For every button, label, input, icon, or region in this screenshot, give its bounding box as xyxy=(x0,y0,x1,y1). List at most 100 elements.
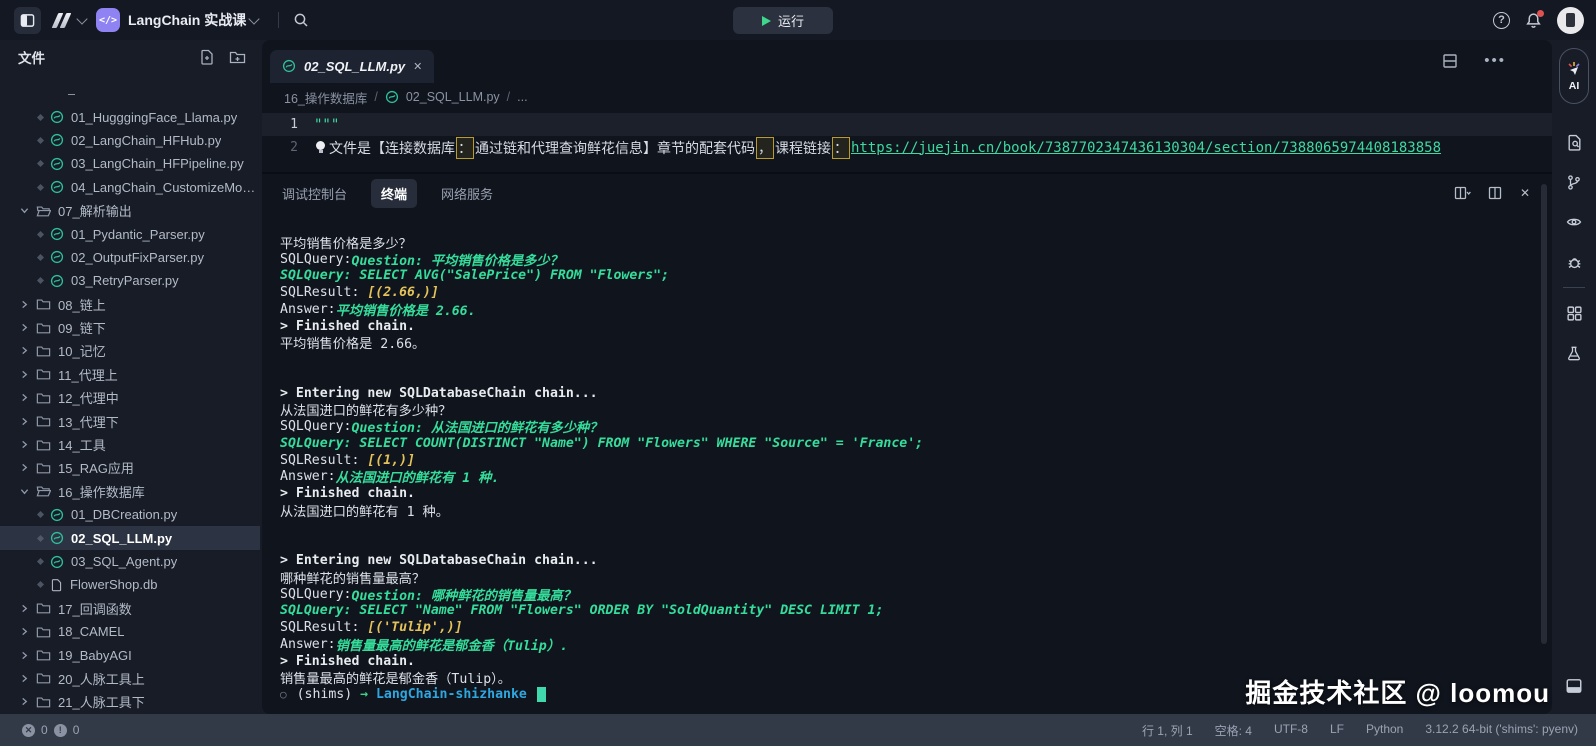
modified-bullet xyxy=(37,511,44,518)
tree-item[interactable]: 16_操作数据库 xyxy=(0,480,260,503)
tree-item[interactable]: 02_SQL_LLM.py xyxy=(0,526,260,549)
code-line[interactable]: 2文件是【连接数据库：通过链和代理查询鲜花信息】章节的配套代码，课程链接：htt… xyxy=(262,136,1552,159)
panel-tab[interactable]: 终端 xyxy=(371,179,417,208)
statusbar-item[interactable]: 行 1, 列 1 xyxy=(1142,722,1193,739)
tree-item[interactable]: 17_回调函数 xyxy=(0,597,260,620)
terminal-line: SQLQuery:Question: 平均销售价格是多少？ xyxy=(280,251,1552,268)
flask-icon[interactable] xyxy=(1552,333,1596,373)
terminal-text: 平均销售价格是 2.66。 xyxy=(280,333,425,352)
tree-item[interactable]: 10_记忆 xyxy=(0,339,260,362)
tree-item[interactable]: 13_代理下 xyxy=(0,409,260,432)
eye-icon[interactable] xyxy=(1552,202,1596,242)
lightbulb-icon[interactable] xyxy=(314,141,327,154)
logo-chevron-down-icon[interactable] xyxy=(76,13,87,24)
terminal-text: SQLQuery: xyxy=(280,587,351,602)
tree-item[interactable]: 01_HugggingFace_Llama.py xyxy=(0,105,260,128)
terminal-line: SQLResult: [(1,)] xyxy=(280,452,1552,469)
line-number: 2 xyxy=(262,140,314,155)
tree-item[interactable]: 02_OutputFixParser.py xyxy=(0,246,260,269)
file-search-icon[interactable] xyxy=(1552,122,1596,162)
terminal-line: 平均销售价格是多少？ xyxy=(280,234,1552,251)
statusbar-item[interactable]: LF xyxy=(1330,722,1344,739)
tree-item[interactable]: 15_RAG应用 xyxy=(0,456,260,479)
breadcrumb[interactable]: 16_操作数据库 / 02_SQL_LLM.py / ... xyxy=(262,84,1552,110)
tree-item[interactable]: FlowerShop.db xyxy=(0,573,260,596)
terminal-text: Question: 平均销售价格是多少？ xyxy=(351,250,562,269)
project-chevron-down-icon[interactable] xyxy=(249,13,260,24)
tree-item[interactable]: 18_CAMEL xyxy=(0,620,260,643)
modified-bullet xyxy=(37,137,44,144)
problems-summary[interactable]: ✕ 0 ! 0 xyxy=(22,723,79,737)
maximize-panel-icon[interactable] xyxy=(1488,185,1503,201)
tree-item[interactable]: 07_解析输出 xyxy=(0,199,260,222)
git-branch-icon[interactable] xyxy=(1552,162,1596,202)
more-actions-icon[interactable]: ••• xyxy=(1484,52,1506,69)
tree-item[interactable]: 08_链上 xyxy=(0,293,260,316)
notifications-button[interactable] xyxy=(1525,12,1542,29)
extensions-grid-icon[interactable] xyxy=(1552,293,1596,333)
tree-item[interactable]: 19_BabyAGI xyxy=(0,643,260,666)
breadcrumb-file[interactable]: 02_SQL_LLM.py xyxy=(406,90,500,104)
modified-bullet xyxy=(37,254,44,261)
code-link[interactable]: https://juejin.cn/book/73877023474361303… xyxy=(851,140,1441,156)
tree-item[interactable]: 03_SQL_Agent.py xyxy=(0,550,260,573)
avatar[interactable] xyxy=(1557,7,1584,34)
terminal-text: 从法国进口的鲜花有 1 种。 xyxy=(280,501,449,520)
tree-item[interactable]: 12_代理中 xyxy=(0,386,260,409)
tree-item[interactable]: 09_链下 xyxy=(0,316,260,339)
panel-toggle-icon[interactable] xyxy=(1552,666,1596,706)
app-logo[interactable] xyxy=(55,13,68,28)
new-file-icon[interactable] xyxy=(199,49,215,65)
tree-item[interactable]: 01_Pydantic_Parser.py xyxy=(0,222,260,245)
tree-item[interactable]: 14_工具 xyxy=(0,433,260,456)
bug-icon[interactable] xyxy=(1552,242,1596,282)
modified-bullet xyxy=(37,535,44,542)
ai-assistant-button[interactable]: AI xyxy=(1559,48,1589,104)
terminal-text: Answer: xyxy=(280,637,336,652)
project-name[interactable]: LangChain 实战课 xyxy=(128,10,246,30)
terminal-line: Answer:平均销售价格是 2.66. xyxy=(280,301,1552,318)
tab-close-icon[interactable]: ✕ xyxy=(413,60,422,73)
terminal-cursor xyxy=(537,687,546,702)
sidebar-toggle-button[interactable] xyxy=(14,7,41,34)
tree-item[interactable]: 03_RetryParser.py xyxy=(0,269,260,292)
tree-item[interactable]: 02_LangChain_HFHub.py xyxy=(0,129,260,152)
tree-item[interactable]: – xyxy=(0,82,260,105)
statusbar-item[interactable]: Python xyxy=(1366,722,1403,739)
code-text: """ xyxy=(314,117,339,133)
statusbar-item[interactable]: 空格: 4 xyxy=(1215,722,1252,739)
tree-item[interactable]: 03_LangChain_HFPipeline.py xyxy=(0,152,260,175)
terminal-output[interactable]: 平均销售价格是多少？SQLQuery:Question: 平均销售价格是多少？S… xyxy=(262,234,1552,714)
terminal-text: → xyxy=(360,687,368,702)
close-panel-icon[interactable]: ✕ xyxy=(1520,186,1530,200)
code-editor[interactable]: 1"""2文件是【连接数据库：通过链和代理查询鲜花信息】章节的配套代码，课程链接… xyxy=(262,110,1552,172)
breadcrumb-folder[interactable]: 16_操作数据库 xyxy=(284,88,367,107)
run-label: 运行 xyxy=(778,11,804,30)
code-line[interactable]: 1""" xyxy=(262,113,1552,136)
terminal-scrollbar[interactable] xyxy=(1541,184,1547,644)
statusbar-item[interactable]: 3.12.2 64-bit ('shims': pyenv) xyxy=(1425,722,1578,739)
breadcrumb-more[interactable]: ... xyxy=(517,90,527,104)
terminal-text: 平均销售价格是 2.66. xyxy=(336,300,476,319)
terminal-text: [('Tulip',)] xyxy=(367,620,462,635)
statusbar-item[interactable]: UTF-8 xyxy=(1274,722,1308,739)
tree-item[interactable]: 04_LangChain_CustomizeMod... xyxy=(0,176,260,199)
tree-item[interactable]: 01_DBCreation.py xyxy=(0,503,260,526)
new-folder-icon[interactable] xyxy=(229,49,246,65)
split-terminal-icon[interactable] xyxy=(1454,185,1471,201)
search-icon[interactable] xyxy=(293,12,309,28)
panel-tab[interactable]: 网络服务 xyxy=(441,184,493,203)
tab-02-sql-llm[interactable]: 02_SQL_LLM.py ✕ xyxy=(270,50,434,83)
terminal-line: 从法国进口的鲜花有多少种？ xyxy=(280,402,1552,419)
tree-item[interactable]: 21_人脉工具下 xyxy=(0,690,260,713)
run-button[interactable]: 运行 xyxy=(733,7,833,34)
terminal-line: > Entering new SQLDatabaseChain chain... xyxy=(280,385,1552,402)
tree-item[interactable]: 20_人脉工具上 xyxy=(0,667,260,690)
split-editor-icon[interactable] xyxy=(1442,53,1458,69)
help-icon[interactable]: ? xyxy=(1493,12,1510,29)
terminal-text: SQLQuery: xyxy=(280,252,351,267)
editor-tab-bar: 02_SQL_LLM.py ✕ ••• xyxy=(262,40,1552,84)
panel-tab[interactable]: 调试控制台 xyxy=(282,184,347,203)
tree-item[interactable]: 11_代理上 xyxy=(0,363,260,386)
notification-dot xyxy=(1537,10,1544,17)
